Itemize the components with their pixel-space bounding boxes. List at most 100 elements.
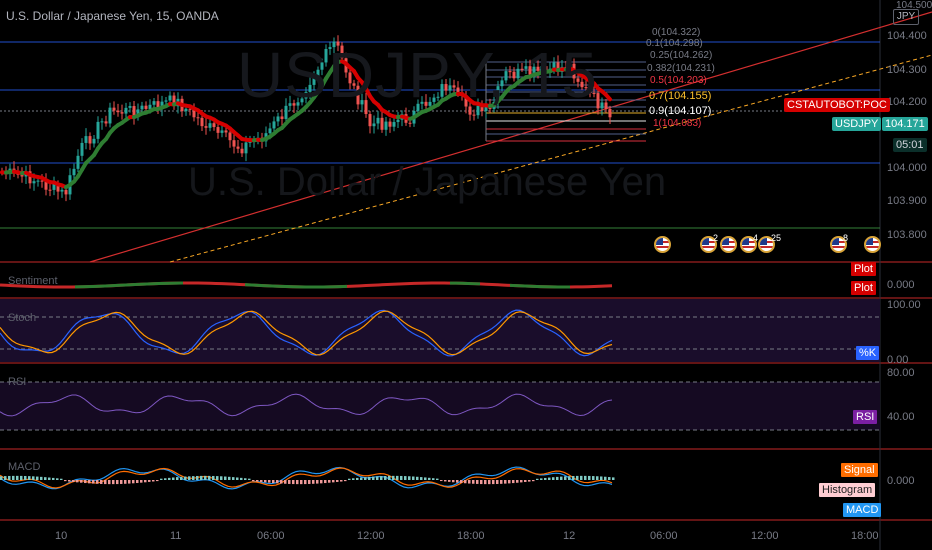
rsi-tag: RSI xyxy=(853,410,878,424)
macd-histogram-bar xyxy=(192,476,195,480)
current-price-tag: 104.171 xyxy=(882,117,928,131)
macd-histogram-bar xyxy=(368,476,371,480)
event-count-badge: 25 xyxy=(771,233,782,243)
candle xyxy=(268,128,272,134)
fib-level-09[interactable]: 0.9(104.107) xyxy=(649,105,711,117)
macd-histogram-bar xyxy=(204,475,207,480)
event-count-badge: 8 xyxy=(843,233,849,243)
macd-histogram-bar xyxy=(356,477,359,480)
macd-histogram-bar xyxy=(460,480,463,483)
rsi-pane-label[interactable]: RSI xyxy=(8,376,26,388)
macd-histogram-bar xyxy=(184,476,187,480)
macd-histogram-bar xyxy=(608,477,611,480)
fib-level-01[interactable]: 0.1(104.298) xyxy=(646,38,703,49)
macd-histogram-bar xyxy=(384,475,387,480)
macd-histogram-bar xyxy=(468,480,471,484)
candle xyxy=(168,95,172,101)
macd-histogram-bar xyxy=(40,476,43,480)
candle xyxy=(84,136,88,143)
stoch-pane-label[interactable]: Stoch xyxy=(8,312,36,324)
macd-histogram-bar xyxy=(476,480,479,484)
sentiment-plot-tag-1: Plot xyxy=(851,262,876,276)
us-flag-event-7-icon[interactable] xyxy=(864,236,881,253)
candle xyxy=(240,148,244,154)
candle xyxy=(36,180,40,182)
macd-histogram-bar xyxy=(552,477,555,480)
macd-histogram-bar xyxy=(536,478,539,480)
macd-histogram-bar xyxy=(404,476,407,480)
macd-histogram-bar xyxy=(464,480,467,484)
sentiment-pane-label[interactable]: Sentiment xyxy=(8,275,58,287)
macd-histogram-bar xyxy=(248,478,251,480)
candle xyxy=(280,116,284,119)
candle xyxy=(276,116,280,122)
macd-histogram-bar xyxy=(244,478,247,480)
macd-histogram-bar xyxy=(532,480,535,482)
fib-level-05[interactable]: 0.5(104.203) xyxy=(650,75,707,86)
macd-pane-label[interactable]: MACD xyxy=(8,461,40,473)
fib-level-0[interactable]: 0(104.322) xyxy=(652,27,700,38)
macd-histogram-bar xyxy=(232,477,235,480)
candle xyxy=(224,130,228,133)
candle xyxy=(164,100,168,102)
macd-histogram-bar xyxy=(588,475,591,480)
macd-histogram-bar xyxy=(416,476,419,480)
candle xyxy=(376,117,380,124)
macd-histogram-bar xyxy=(576,475,579,480)
macd-histogram-bar xyxy=(484,480,487,485)
fib-level-07[interactable]: 0.7(104.155) xyxy=(649,90,711,102)
candle xyxy=(108,107,112,124)
macd-histogram-bar xyxy=(488,480,491,485)
macd-histogram-bar xyxy=(108,480,111,485)
macd-histogram-bar xyxy=(188,476,191,480)
macd-histogram-bar xyxy=(348,478,351,480)
candle xyxy=(608,108,612,118)
macd-histogram-bar xyxy=(324,480,327,484)
macd-histogram-bar xyxy=(236,477,239,480)
fib-level-1[interactable]: 1(104.083) xyxy=(653,118,701,129)
countdown-timer: 05:01 xyxy=(893,138,927,152)
macd-histogram-bar xyxy=(124,480,127,484)
stoch-background xyxy=(0,299,880,362)
candle xyxy=(380,117,384,130)
indicator-poc-tag: CSTAUTOBOT:POC xyxy=(784,98,890,112)
time-label-0600b: 06:00 xyxy=(650,530,678,542)
sentiment-green-segment-2 xyxy=(449,281,481,286)
fib-level-025[interactable]: 0.25(104.262) xyxy=(650,50,712,61)
macd-histogram-bar xyxy=(252,480,255,482)
currency-badge[interactable]: JPY xyxy=(893,9,919,25)
macd-histogram-bar xyxy=(604,476,607,480)
macd-histogram-bar xyxy=(496,480,499,484)
symbol-title[interactable]: U.S. Dollar / Japanese Yen, 15, OANDA xyxy=(6,9,219,23)
macd-histogram-bar xyxy=(296,480,299,485)
candle xyxy=(368,114,372,127)
macd-histogram-bar xyxy=(336,480,339,482)
macd-histogram-bar xyxy=(28,476,31,480)
macd-histogram-bar xyxy=(512,480,515,484)
sentiment-green-segment-0 xyxy=(74,281,184,289)
macd-histogram-bar xyxy=(444,480,447,482)
candle xyxy=(396,119,400,123)
candle xyxy=(392,122,396,127)
candle xyxy=(116,110,120,113)
macd-histogram-bar xyxy=(564,476,567,480)
ema-segment xyxy=(604,92,612,102)
fib-level-0382[interactable]: 0.382(104.231) xyxy=(647,63,715,74)
watermark-name: U.S. Dollar / Japanese Yen xyxy=(188,160,667,204)
rsi-tick-80: 80.00 xyxy=(887,367,915,379)
macd-histogram-bar xyxy=(556,476,559,480)
us-flag-event-1-icon[interactable] xyxy=(654,236,671,253)
us-flag-event-3-icon[interactable] xyxy=(720,236,737,253)
macd-histogram-bar xyxy=(376,476,379,480)
macd-histogram-bar xyxy=(84,480,87,484)
candle xyxy=(104,121,108,124)
candle xyxy=(152,101,156,105)
macd-histogram-bar xyxy=(480,480,483,485)
macd-histogram-bar xyxy=(284,480,287,484)
candle xyxy=(140,105,144,110)
macd-histogram-bar xyxy=(344,480,347,482)
current-symbol-tag: USDJPY xyxy=(832,117,882,131)
macd-histogram-bar xyxy=(52,477,55,480)
candle xyxy=(196,117,200,119)
time-label-1200: 12:00 xyxy=(357,530,385,542)
